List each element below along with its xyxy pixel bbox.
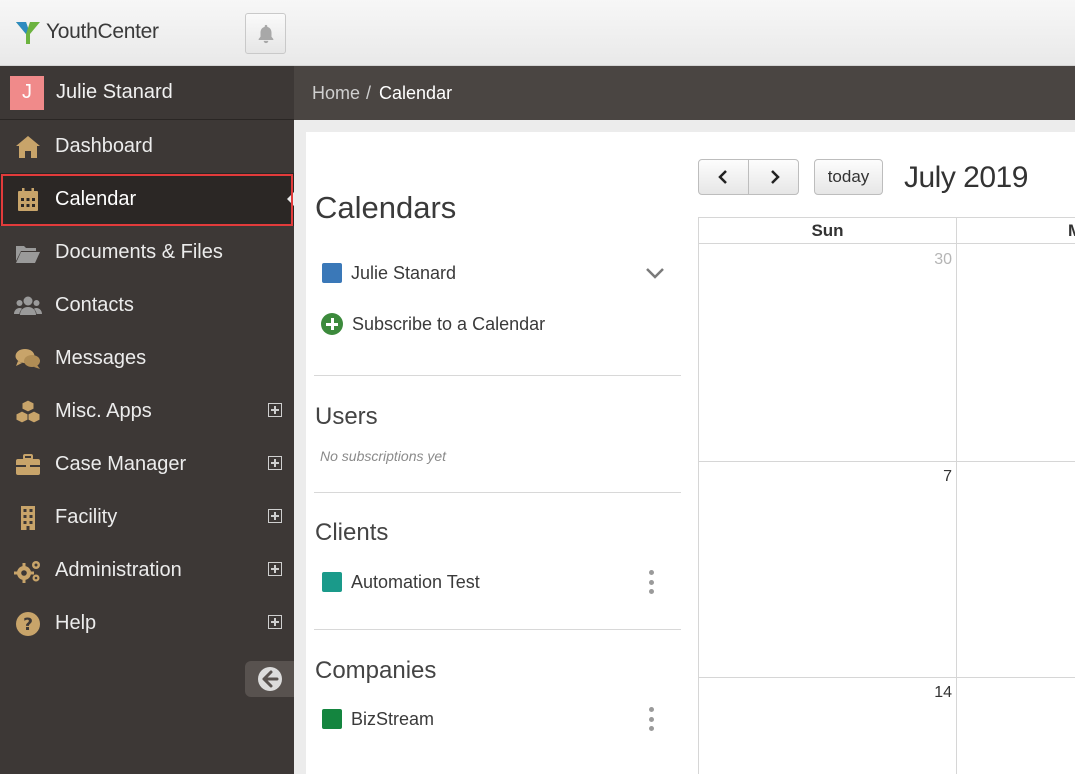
expand-icon[interactable] bbox=[268, 456, 282, 470]
home-icon bbox=[12, 134, 44, 160]
youthcenter-logo-icon bbox=[16, 22, 40, 44]
sidebar-item-help[interactable]: ? Help bbox=[0, 597, 294, 650]
divider bbox=[314, 629, 681, 630]
day-cell[interactable]: 14 bbox=[699, 678, 956, 774]
expand-icon[interactable] bbox=[268, 562, 282, 576]
cogs-icon bbox=[12, 558, 44, 584]
day-header-row: Sun Mon bbox=[699, 218, 1075, 244]
more-options-icon[interactable] bbox=[647, 570, 655, 594]
prev-month-button[interactable] bbox=[699, 160, 748, 194]
sidebar-item-label: Messages bbox=[55, 347, 147, 369]
main-content: Calendars Julie Stanard Subscribe to a C… bbox=[306, 132, 1075, 774]
sidebar-item-label: Calendar bbox=[55, 188, 137, 210]
user-profile[interactable]: J Julie Stanard bbox=[0, 66, 294, 120]
users-empty-note: No subscriptions yet bbox=[320, 448, 447, 464]
top-bar: YouthCenter bbox=[0, 0, 1075, 66]
svg-text:?: ? bbox=[23, 615, 33, 635]
arrow-left-circle-icon bbox=[257, 667, 282, 691]
calendar-name: BizStream bbox=[351, 708, 435, 729]
building-icon bbox=[12, 505, 44, 531]
sidebar-item-dashboard[interactable]: Dashboard bbox=[0, 120, 294, 173]
day-number: 14 bbox=[934, 684, 952, 701]
collapse-sidebar-button[interactable] bbox=[245, 661, 294, 697]
breadcrumb: Home / Calendar bbox=[294, 66, 1075, 120]
sidebar-item-misc-apps[interactable]: Misc. Apps bbox=[0, 385, 294, 438]
next-month-button[interactable] bbox=[748, 160, 798, 194]
client-calendar-item[interactable]: Automation Test bbox=[322, 567, 674, 597]
sidebar-item-label: Contacts bbox=[55, 294, 134, 316]
app-logo[interactable]: YouthCenter bbox=[14, 18, 159, 46]
today-button[interactable]: today bbox=[814, 159, 883, 195]
day-header-mon: Mon bbox=[957, 218, 1075, 244]
day-number: 30 bbox=[934, 251, 952, 268]
month-nav-buttons bbox=[698, 159, 799, 195]
cubes-icon bbox=[12, 398, 44, 425]
sidebar-item-facility[interactable]: Facility bbox=[0, 491, 294, 544]
clients-section-title: Clients bbox=[315, 519, 389, 546]
divider bbox=[314, 375, 681, 376]
sidebar-item-label: Administration bbox=[55, 559, 182, 581]
calendars-heading: Calendars bbox=[315, 190, 457, 225]
active-indicator bbox=[287, 192, 294, 206]
expand-icon[interactable] bbox=[268, 403, 282, 417]
user-name: Julie Stanard bbox=[56, 81, 173, 103]
breadcrumb-current: Calendar bbox=[379, 82, 453, 103]
subscribe-calendar-link[interactable]: Subscribe to a Calendar bbox=[321, 313, 545, 335]
breadcrumb-separator: / bbox=[366, 82, 372, 103]
question-circle-icon: ? bbox=[12, 611, 44, 637]
calendar-icon bbox=[12, 187, 44, 213]
avatar: J bbox=[10, 75, 44, 110]
chevron-down-icon[interactable] bbox=[644, 263, 666, 283]
day-cell[interactable]: 30 bbox=[699, 245, 956, 461]
comments-icon bbox=[12, 346, 44, 372]
sidebar-item-messages[interactable]: Messages bbox=[0, 332, 294, 385]
sidebar-item-label: Documents & Files bbox=[55, 241, 223, 263]
sidebar-item-label: Case Manager bbox=[55, 453, 187, 475]
app-name: YouthCenter bbox=[46, 20, 159, 43]
sidebar: J Julie Stanard Dashboard Calendar Docum… bbox=[0, 66, 294, 774]
users-section-title: Users bbox=[315, 403, 378, 430]
calendar-color-swatch[interactable] bbox=[322, 709, 342, 729]
expand-icon[interactable] bbox=[268, 509, 282, 523]
month-title: July 2019 bbox=[904, 161, 1028, 194]
briefcase-icon bbox=[12, 452, 44, 478]
day-number: 7 bbox=[943, 468, 952, 485]
sidebar-item-contacts[interactable]: Contacts bbox=[0, 279, 294, 332]
day-cell[interactable]: 7 bbox=[699, 462, 956, 677]
folder-open-icon bbox=[12, 240, 44, 266]
sidebar-nav: Dashboard Calendar Documents & Files Con… bbox=[0, 120, 294, 650]
notifications-button[interactable] bbox=[245, 13, 286, 54]
expand-icon[interactable] bbox=[268, 615, 282, 629]
grid-column-line bbox=[956, 218, 957, 774]
companies-section-title: Companies bbox=[315, 657, 437, 684]
calendar-color-swatch[interactable] bbox=[322, 572, 342, 592]
more-options-icon[interactable] bbox=[647, 707, 655, 731]
sidebar-item-administration[interactable]: Administration bbox=[0, 544, 294, 597]
day-header-sun: Sun bbox=[811, 221, 844, 240]
sidebar-item-label: Help bbox=[55, 612, 97, 634]
users-icon bbox=[12, 293, 44, 319]
plus-circle-icon bbox=[321, 313, 343, 335]
chevron-left-icon bbox=[717, 170, 727, 184]
own-calendar-item[interactable]: Julie Stanard bbox=[322, 258, 674, 288]
breadcrumb-home-link[interactable]: Home bbox=[312, 83, 360, 104]
sidebar-item-label: Facility bbox=[55, 506, 118, 528]
sidebar-item-case-manager[interactable]: Case Manager bbox=[0, 438, 294, 491]
sidebar-item-label: Dashboard bbox=[55, 135, 153, 157]
company-calendar-item[interactable]: BizStream bbox=[322, 704, 674, 734]
calendar-name: Julie Stanard bbox=[351, 262, 457, 283]
sidebar-item-label: Misc. Apps bbox=[55, 400, 152, 422]
sidebar-item-calendar[interactable]: Calendar bbox=[0, 173, 294, 226]
chevron-right-icon bbox=[770, 170, 780, 184]
highlight-outline bbox=[1, 174, 293, 226]
calendar-grid: Sun Mon 30 7 14 bbox=[698, 217, 1075, 774]
bell-icon bbox=[258, 24, 273, 43]
calendar-color-swatch[interactable] bbox=[322, 263, 342, 283]
calendar-name: Automation Test bbox=[351, 571, 480, 592]
divider bbox=[314, 492, 681, 493]
subscribe-label: Subscribe to a Calendar bbox=[352, 313, 546, 334]
sidebar-item-documents-files[interactable]: Documents & Files bbox=[0, 226, 294, 279]
